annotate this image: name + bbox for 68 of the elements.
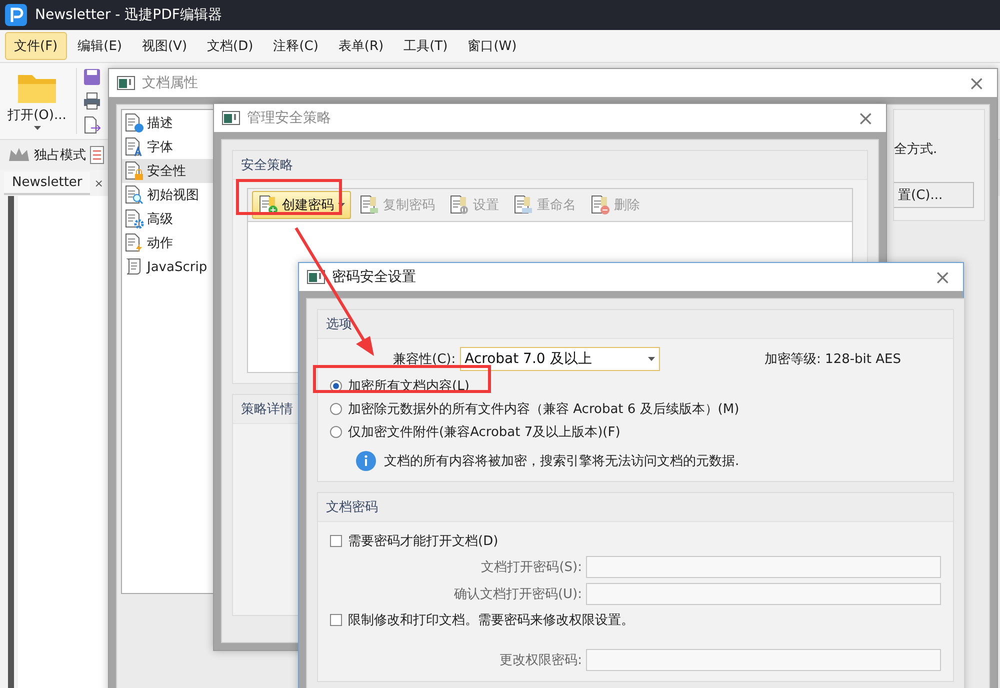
menu-item[interactable]: 文档(D) — [198, 32, 262, 60]
menu-item[interactable]: 编辑(E) — [68, 32, 131, 60]
magnifier-document-icon — [124, 185, 144, 205]
window-icon — [307, 270, 325, 284]
dialog-title: 管理安全策略 — [247, 109, 332, 127]
dialog-title: 文档属性 — [142, 74, 199, 92]
option-label: 仅加密文件附件(兼容Acrobat 7及以上版本)(F) — [348, 424, 620, 441]
mode-label: 独占模式 — [34, 147, 86, 164]
radio-button[interactable] — [330, 403, 342, 415]
group-heading: 文档密码 — [318, 493, 953, 522]
settings-list-icon — [449, 195, 469, 215]
compatibility-select[interactable]: Acrobat 7.0 及以上 — [460, 347, 660, 371]
app-logo-icon — [5, 4, 27, 26]
checkbox[interactable] — [330, 535, 342, 547]
field-label: 确认文档打开密码(U): — [452, 586, 582, 603]
field-label: 更改权限密码: — [498, 652, 582, 669]
field-label: 文档打开密码(S): — [480, 559, 582, 576]
checkbox-label: 限制修改和打印文档。需要密码来修改权限设置。 — [348, 612, 634, 629]
tab-close-button[interactable]: × — [90, 176, 108, 190]
caret-icon — [338, 203, 345, 207]
menu-item[interactable]: 表单(R) — [329, 32, 393, 60]
option-label: 加密除元数据外的所有文件内容（兼容 Acrobat 6 及后续版本）(M) — [348, 401, 740, 418]
close-button[interactable]: × — [930, 267, 955, 287]
open-button[interactable]: 打开(O)... — [6, 72, 68, 130]
nav-item[interactable]: 安全性 — [122, 159, 215, 183]
lock-document-icon — [124, 161, 144, 181]
printer-icon[interactable] — [83, 92, 101, 110]
group-heading: 选项 — [318, 310, 953, 339]
lightning-document-icon — [124, 233, 144, 253]
add-list-icon — [258, 195, 278, 215]
document-tab[interactable]: Newsletter — [4, 172, 90, 194]
radio-button[interactable] — [330, 426, 342, 438]
close-button[interactable]: × — [964, 73, 989, 93]
menu-item[interactable]: 注释(C) — [264, 32, 328, 60]
delete-list-icon — [590, 195, 610, 215]
group-heading: 安全策略 — [233, 151, 867, 180]
gear-document-icon — [124, 209, 144, 229]
folder-icon — [17, 72, 57, 104]
menu-item[interactable]: 窗口(W) — [458, 32, 526, 60]
caret-icon — [34, 126, 40, 130]
encryption-level-text: 加密等级: 128-bit AES — [764, 351, 901, 368]
window-icon — [117, 76, 135, 90]
dialog-title: 密码安全设置 — [332, 268, 417, 286]
menu-item[interactable]: 视图(V) — [132, 32, 196, 60]
password-field[interactable] — [586, 649, 941, 671]
info-document-icon — [124, 113, 144, 133]
font-document-icon — [124, 137, 144, 157]
export-icon[interactable] — [83, 116, 101, 134]
list-icon[interactable] — [90, 146, 104, 164]
info-icon — [356, 451, 376, 471]
password-field[interactable] — [586, 556, 941, 578]
checkbox[interactable] — [330, 614, 342, 626]
rename-list-icon — [513, 195, 533, 215]
crown-icon[interactable] — [8, 147, 30, 163]
menu-item[interactable]: 工具(T) — [394, 32, 457, 60]
window-title: Newsletter - 迅捷PDF编辑器 — [35, 6, 222, 24]
password-field[interactable] — [586, 583, 941, 605]
caret-icon — [648, 357, 655, 361]
window-icon — [222, 111, 240, 125]
security-text: 全方式. — [894, 141, 938, 158]
checkbox-label: 需要密码才能打开文档(D) — [348, 533, 498, 550]
info-text: 文档的所有内容将被加密，搜索引擎将无法访问文档的元数据. — [384, 453, 740, 470]
save-icon[interactable] — [83, 68, 101, 86]
close-button[interactable]: × — [853, 108, 878, 128]
settings-button[interactable]: 置(C)... — [894, 182, 974, 208]
menu-item[interactable]: 文件(F) — [5, 32, 67, 60]
copy-list-icon — [359, 195, 379, 215]
compatibility-label: 兼容性(C): — [393, 351, 456, 368]
